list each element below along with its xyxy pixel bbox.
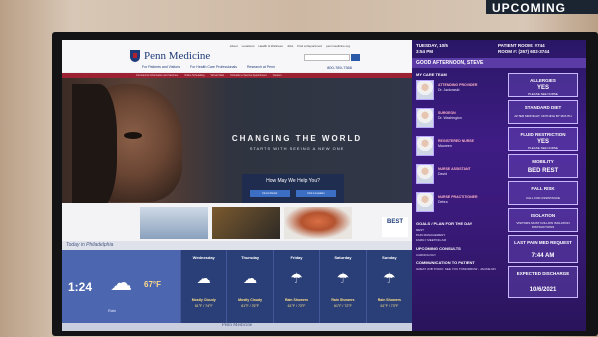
- current-date: TUESDAY, 10/5: [416, 43, 448, 48]
- fluid-restriction-tile[interactable]: FLUID RESTRICTION YES PLEASE SEE NURSE: [508, 127, 578, 151]
- avatar: [416, 192, 434, 212]
- util-link[interactable]: pennmedicine.org: [326, 44, 350, 48]
- forecast-row: Wednesday ☁ Mostly Cloudy 61°F / 74°F Th…: [180, 250, 412, 323]
- consult-item: CARDIOLOGY: [416, 253, 437, 257]
- pain-med-tile[interactable]: LAST PAIN MED REQUEST 7:44 AM: [508, 235, 578, 263]
- search-input[interactable]: [304, 54, 350, 61]
- alert-link[interactable]: Online Scheduling: [184, 74, 204, 77]
- allergies-tile[interactable]: ALLERGIES YES PLEASE SEE NURSE: [508, 73, 578, 97]
- mobility-tile[interactable]: MOBILITY BED REST: [508, 154, 578, 178]
- search-button[interactable]: [351, 54, 360, 61]
- isolation-tile[interactable]: ISOLATION VISITORS MUST FOLLOW ISOLATION…: [508, 208, 578, 232]
- weather-title: Today in Philadelphia: [66, 242, 114, 248]
- logo-text: Penn Medicine: [144, 50, 211, 62]
- forecast-day: Friday ☂ Rain Showers 61°F / 73°F: [272, 250, 319, 323]
- help-title: How May We Help You?: [266, 178, 320, 184]
- promo-row: BEST: [62, 203, 412, 241]
- tv-screen: Penn Medicine About Locations Health & W…: [62, 40, 586, 331]
- util-link[interactable]: About: [230, 44, 238, 48]
- rain-icon: ☂: [290, 270, 303, 286]
- patient-panel: TUESDAY, 10/5 3:54 PM PATIENT ROOM: #744…: [412, 40, 586, 331]
- util-link[interactable]: Jobs: [287, 44, 293, 48]
- goal-item: FAMILY MEETING AM: [416, 238, 447, 242]
- forecast-day: Sunday ☂ Rain Showers 61°F / 73°F: [365, 250, 412, 323]
- hero-subtitle: STARTS WITH SEEING A NEW ONE: [249, 146, 345, 151]
- communication-item: GREAT JOB TODAY. SEE YOU TOMORROW - JACK…: [416, 267, 496, 271]
- util-link[interactable]: Health & Wellness: [258, 44, 282, 48]
- nav-item[interactable]: For Health Care Professionals: [190, 65, 237, 69]
- rain-icon: ☂: [383, 270, 396, 286]
- current-time: 1:24: [68, 280, 93, 294]
- util-link[interactable]: Find a Department: [297, 44, 322, 48]
- corner-sign: UPCOMING: [486, 0, 598, 14]
- alert-link[interactable]: Virtual Visits: [211, 74, 225, 77]
- primary-nav: For Patients and Visitors For Health Car…: [142, 65, 275, 69]
- alert-link[interactable]: Coronavirus Information and Vaccines: [136, 74, 178, 77]
- utility-links: About Locations Health & Wellness Jobs F…: [230, 44, 350, 48]
- promo-card[interactable]: [284, 207, 352, 239]
- diet-tile[interactable]: STANDARD DIET AFTER MIDNIGHT, NOTHING BY…: [508, 100, 578, 124]
- panel-header: TUESDAY, 10/5 3:54 PM PATIENT ROOM: #744…: [412, 40, 586, 70]
- alert-link[interactable]: Schedule a Vaccine Appointment: [230, 74, 267, 77]
- communication-label: COMMUNICATION TO PATIENT: [416, 260, 475, 265]
- weather-footer: Penn Medicine: [62, 323, 412, 331]
- alert-link[interactable]: Careers: [273, 74, 282, 77]
- rain-icon: ☂: [336, 270, 350, 286]
- goal-item: PAIN MANAGEMENT: [416, 233, 446, 237]
- find-location-button[interactable]: Find a Location: [296, 190, 336, 197]
- forecast-day: Thursday ☁ Mostly Cloudy 61°F / 76°F: [226, 250, 272, 323]
- care-team-member[interactable]: REGISTERED NURSE Maureen: [416, 134, 506, 162]
- avatar: [416, 80, 434, 100]
- consults-label: UPCOMING CONSULTS: [416, 246, 461, 251]
- forecast-day: Saturday ☂ Rain Showers 61°F / 72°F: [319, 250, 365, 323]
- room-phone: ROOM #: (267) 602-3744: [498, 49, 550, 54]
- current-condition: Rain: [108, 308, 117, 313]
- site-logo[interactable]: Penn Medicine: [130, 50, 210, 62]
- goal-item: REST: [416, 228, 425, 232]
- current-weather: 1:24 ☁ 67°F Rain: [62, 250, 180, 323]
- website-view: Penn Medicine About Locations Health & W…: [62, 40, 412, 331]
- best-badge: BEST: [382, 217, 408, 237]
- current-time-panel: 3:54 PM: [416, 49, 434, 54]
- discharge-tile[interactable]: EXPECTED DISCHARGE 10/6/2021: [508, 266, 578, 298]
- promo-card[interactable]: BEST: [212, 207, 408, 239]
- hero-photo: [72, 84, 182, 209]
- goals-label: GOALS / PLAN FOR THE DAY: [416, 221, 473, 226]
- find-doctor-button[interactable]: Find a Doctor: [250, 190, 290, 197]
- avatar: [416, 136, 434, 156]
- avatar: [416, 108, 434, 128]
- hero-banner: CHANGING THE WORLD STARTS WITH SEEING A …: [62, 78, 412, 219]
- care-team-member[interactable]: NURSE ASSISTANT David: [416, 162, 506, 190]
- care-team-member[interactable]: NURSE PRACTITIONER Debra: [416, 190, 506, 218]
- greeting: GOOD AFTERNOON, STEVE: [412, 58, 586, 68]
- nav-item[interactable]: Research at Penn: [247, 65, 275, 69]
- site-header: Penn Medicine About Locations Health & W…: [62, 40, 412, 72]
- care-team-member[interactable]: ATTENDING PROVIDER Dr. Jackowski: [416, 78, 506, 106]
- care-team-label: MY CARE TEAM: [416, 72, 447, 77]
- nav-item[interactable]: For Patients and Visitors: [142, 65, 180, 69]
- hero-title: CHANGING THE WORLD: [231, 134, 363, 143]
- avatar: [416, 164, 434, 184]
- forecast-day: Wednesday ☁ Mostly Cloudy 61°F / 74°F: [180, 250, 226, 323]
- promo-card[interactable]: [140, 207, 208, 239]
- care-team-member[interactable]: SURGEON Dr. Washington: [416, 106, 506, 134]
- fall-risk-tile[interactable]: FALL RISK CALL FOR ASSISTANCE: [508, 181, 578, 205]
- phone-number: 800-789-7366: [327, 65, 352, 70]
- weather-widget: Today in Philadelphia 1:24 ☁ 67°F Rain W…: [62, 241, 412, 331]
- cloud-icon: ☁: [196, 270, 211, 286]
- rain-icon: ☁: [110, 270, 132, 295]
- util-link[interactable]: Locations: [242, 44, 255, 48]
- current-temp: 67°F: [144, 280, 161, 289]
- cloud-icon: ☁: [243, 270, 258, 286]
- room-number: PATIENT ROOM: #744: [498, 43, 545, 48]
- shield-icon: [130, 50, 140, 62]
